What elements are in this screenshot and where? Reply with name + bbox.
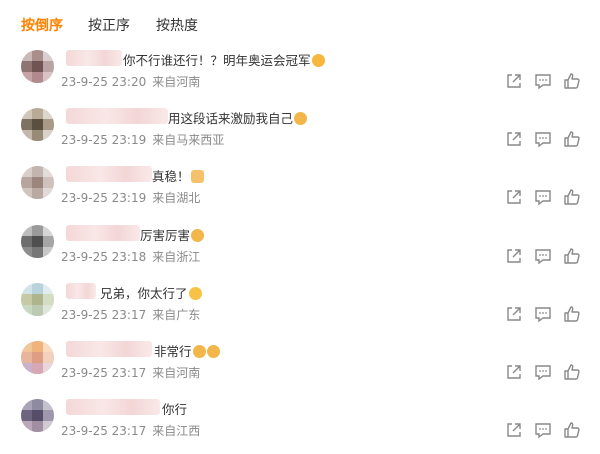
like-icon[interactable]	[563, 363, 581, 381]
comment-icon[interactable]	[534, 421, 552, 439]
comment-time: 23-9-25 23:17	[61, 365, 147, 380]
comment-text: 兄弟，你太行了	[100, 283, 202, 302]
share-icon[interactable]	[505, 363, 523, 381]
tab-oldest[interactable]: 按正序	[88, 15, 130, 35]
blurred-username[interactable]	[66, 108, 168, 125]
comment-icon[interactable]	[534, 130, 552, 148]
avatar[interactable]	[21, 108, 54, 142]
comment-location: 来自马来西亚	[152, 133, 225, 148]
scream-emoji-icon	[192, 344, 206, 358]
avatar[interactable]	[21, 340, 54, 374]
comment-item: 非常行 23-9-25 23:17 来自河南	[0, 335, 600, 393]
comment-icon[interactable]	[534, 72, 552, 90]
comment-meta: 23-9-25 23:20 来自河南	[61, 73, 206, 90]
comment-item: 你不行谁还行！？明年奥运会冠军 23-9-25 23:20 来自河南	[0, 44, 600, 102]
avatar[interactable]	[21, 399, 54, 433]
like-icon[interactable]	[563, 421, 581, 439]
comment-list: 你不行谁还行！？明年奥运会冠军 23-9-25 23:20 来自河南 用这段话来激…	[0, 44, 600, 451]
scream-emoji-icon	[206, 344, 220, 358]
avatar[interactable]	[21, 224, 54, 258]
comment-location: 来自广东	[152, 307, 201, 322]
comment-time: 23-9-25 23:20	[61, 75, 147, 89]
comment-item: 厉害厉害 23-9-25 23:18 来自浙江	[0, 219, 600, 277]
comment-text: 真稳！	[152, 166, 204, 185]
blurred-username[interactable]	[66, 50, 122, 66]
comment-item: 真稳！ 23-9-25 23:19 来自湖北	[0, 160, 600, 218]
comment-location: 来自河南	[152, 365, 201, 380]
share-icon[interactable]	[505, 188, 523, 206]
avatar[interactable]	[21, 282, 54, 316]
comment-meta: 23-9-25 23:19 来自湖北	[61, 189, 206, 206]
tab-popular[interactable]: 按热度	[156, 15, 198, 35]
comment-time: 23-9-25 23:18	[61, 249, 147, 264]
blurred-username[interactable]	[66, 399, 160, 416]
comment-time: 23-9-25 23:17	[61, 307, 147, 322]
clap-emoji-icon	[188, 286, 202, 300]
blurred-username[interactable]	[66, 282, 96, 299]
blurred-username[interactable]	[66, 166, 152, 183]
sort-tabs: 按倒序 按正序 按热度	[0, 0, 600, 44]
like-icon[interactable]	[563, 130, 581, 148]
comment-time: 23-9-25 23:19	[61, 191, 147, 206]
comment-meta: 23-9-25 23:18 来自浙江	[61, 248, 206, 265]
like-icon[interactable]	[563, 247, 581, 265]
comment-time: 23-9-25 23:17	[61, 424, 147, 439]
share-icon[interactable]	[505, 421, 523, 439]
comment-location: 来自江西	[152, 424, 201, 439]
comment-text: 非常行	[154, 341, 220, 360]
comment-item: 兄弟，你太行了 23-9-25 23:17 来自广东	[0, 277, 600, 335]
like-icon[interactable]	[563, 72, 581, 90]
comment-icon[interactable]	[534, 247, 552, 265]
comment-time: 23-9-25 23:19	[61, 133, 147, 148]
comment-location: 来自河南	[152, 75, 201, 89]
avatar[interactable]	[21, 166, 54, 200]
share-icon[interactable]	[505, 72, 523, 90]
tab-newest[interactable]: 按倒序	[21, 15, 63, 35]
comment-item: 用这段话来激励我自己 23-9-25 23:19 来自马来西亚	[0, 102, 600, 160]
comment-icon[interactable]	[534, 363, 552, 381]
comment-meta: 23-9-25 23:17 来自广东	[61, 306, 206, 323]
comment-text: 用这段话来激励我自己	[168, 108, 308, 127]
comment-meta: 23-9-25 23:17 来自河南	[61, 364, 206, 381]
thumbs-up-emoji-icon	[190, 170, 204, 184]
avatar[interactable]	[21, 50, 54, 83]
comment-text: 厉害厉害	[140, 225, 205, 244]
blurred-username[interactable]	[66, 224, 140, 241]
share-icon[interactable]	[505, 247, 523, 265]
like-icon[interactable]	[563, 305, 581, 323]
share-icon[interactable]	[505, 130, 523, 148]
blurred-username[interactable]	[66, 340, 152, 357]
comment-icon[interactable]	[534, 188, 552, 206]
surprised-emoji-icon	[311, 54, 325, 67]
comment-location: 来自浙江	[152, 249, 201, 264]
comment-icon[interactable]	[534, 305, 552, 323]
comment-meta: 23-9-25 23:19 来自马来西亚	[61, 131, 230, 148]
comment-meta: 23-9-25 23:17 来自江西	[61, 422, 206, 439]
scream-emoji-icon	[191, 228, 205, 242]
comment-text: 你不行谁还行！？明年奥运会冠军	[123, 50, 325, 69]
comment-location: 来自湖北	[152, 191, 201, 206]
comment-text: 你行	[162, 402, 188, 418]
share-icon[interactable]	[505, 305, 523, 323]
like-icon[interactable]	[563, 188, 581, 206]
comment-item: 你行 23-9-25 23:17 来自江西	[0, 393, 600, 451]
scream-emoji-icon	[294, 112, 308, 126]
